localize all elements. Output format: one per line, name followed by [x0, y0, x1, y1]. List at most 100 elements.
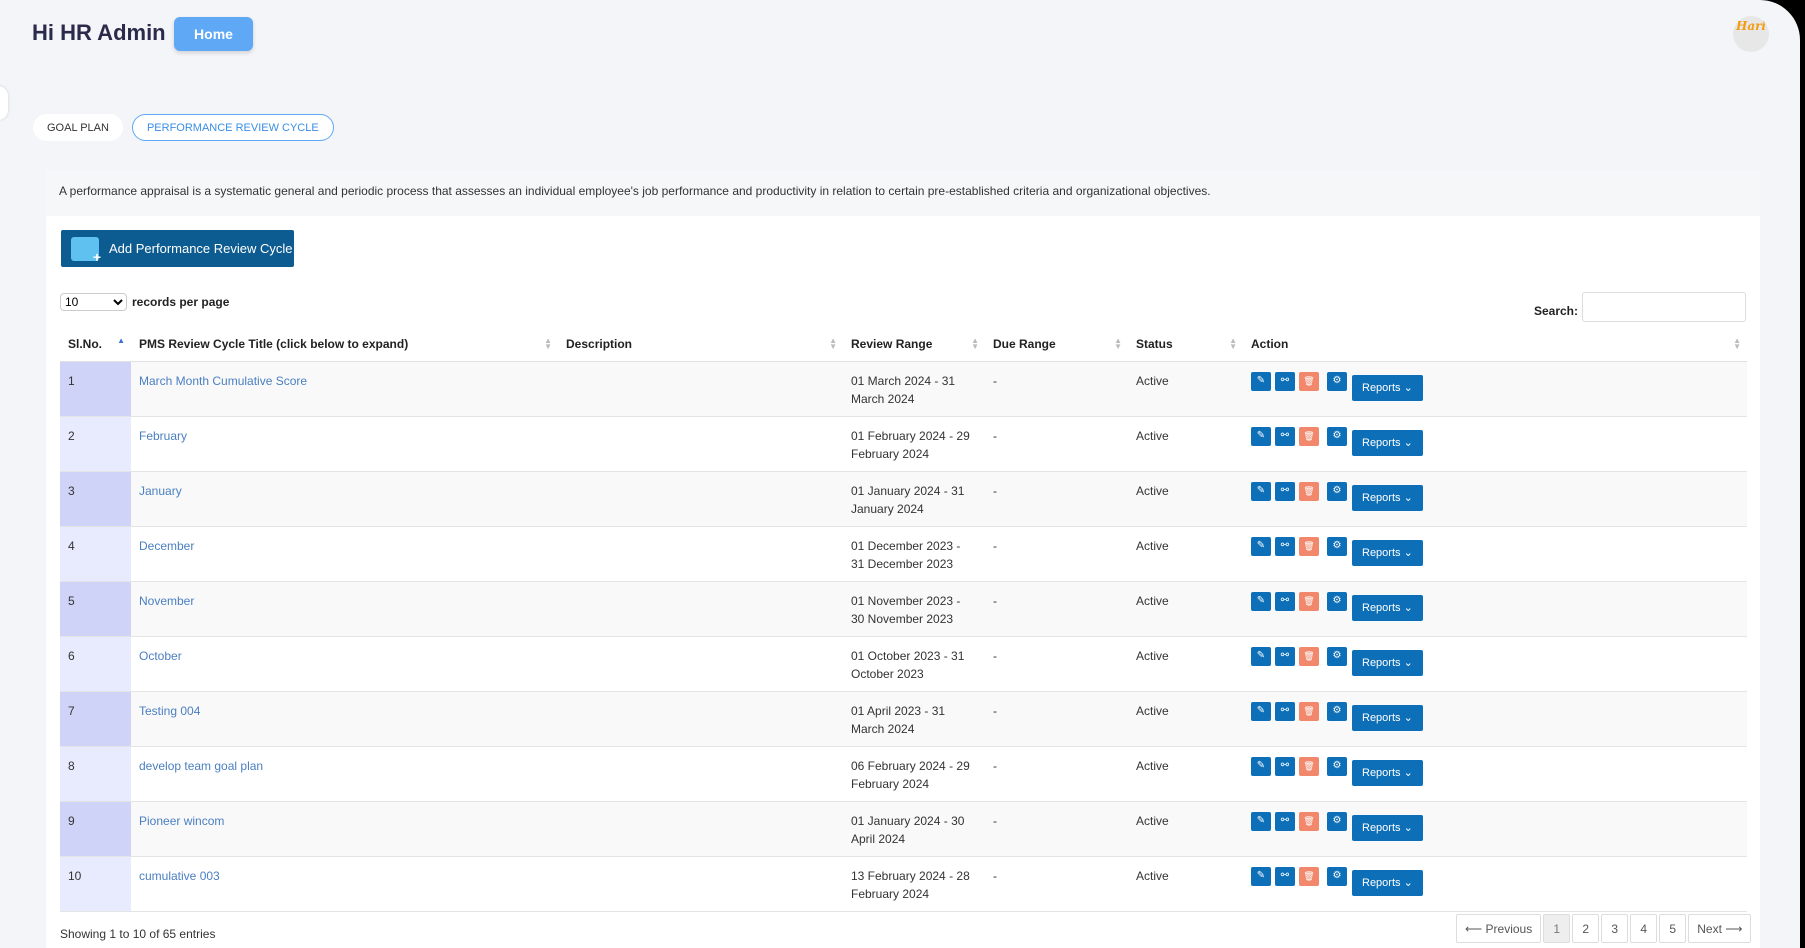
share-button[interactable]: ⚯	[1275, 371, 1295, 391]
reports-dropdown-button[interactable]: Reports ⌄	[1352, 759, 1423, 786]
delete-button[interactable]: 🗑	[1299, 866, 1319, 886]
share-button[interactable]: ⚯	[1275, 756, 1295, 776]
tab-performance-review-cycle[interactable]: PERFORMANCE REVIEW CYCLE	[131, 114, 334, 141]
trash-icon: 🗑	[1303, 486, 1315, 496]
cell-title-link[interactable]: March Month Cumulative Score	[131, 361, 558, 417]
cell-title-link[interactable]: December	[131, 526, 558, 582]
sidebar-toggle[interactable]	[0, 86, 8, 120]
share-button[interactable]: ⚯	[1275, 536, 1295, 556]
pagination-page-5[interactable]: 5	[1659, 914, 1687, 943]
edit-button[interactable]: ✎	[1251, 481, 1271, 501]
cell-description	[558, 746, 843, 802]
cell-title-link[interactable]: November	[131, 581, 558, 637]
settings-button[interactable]: ⚙	[1327, 536, 1347, 556]
settings-button[interactable]: ⚙	[1327, 591, 1347, 611]
share-button[interactable]: ⚯	[1275, 866, 1295, 886]
reports-dropdown-button[interactable]: Reports ⌄	[1352, 374, 1423, 401]
col-due-range[interactable]: Due Range ▲ ▼	[985, 327, 1128, 362]
edit-button[interactable]: ✎	[1251, 866, 1271, 886]
share-button[interactable]: ⚯	[1275, 701, 1295, 721]
settings-button[interactable]: ⚙	[1327, 701, 1347, 721]
reports-dropdown-button[interactable]: Reports ⌄	[1352, 649, 1423, 676]
pagination-page-4[interactable]: 4	[1630, 914, 1658, 943]
delete-button[interactable]: 🗑	[1299, 591, 1319, 611]
reports-dropdown-button[interactable]: Reports ⌄	[1352, 594, 1423, 621]
cell-title-link[interactable]: Pioneer wincom	[131, 801, 558, 857]
edit-button[interactable]: ✎	[1251, 536, 1271, 556]
cell-title-link[interactable]: Testing 004	[131, 691, 558, 747]
delete-button[interactable]: 🗑	[1299, 756, 1319, 776]
share-button[interactable]: ⚯	[1275, 426, 1295, 446]
col-description[interactable]: Description ▲ ▼	[558, 327, 843, 362]
table-row: 7 Testing 004 01 April 2023 - 31 March 202…	[60, 691, 1747, 747]
settings-button[interactable]: ⚙	[1327, 481, 1347, 501]
col-sl-no-label: Sl.No.	[68, 336, 103, 351]
cell-status: Active	[1128, 636, 1243, 692]
tab-goal-plan[interactable]: GOAL PLAN	[33, 114, 123, 141]
col-sl-no[interactable]: Sl.No. ▲	[60, 327, 131, 362]
avatar[interactable]: Hari	[1733, 16, 1769, 52]
share-nodes-icon: ⚯	[1280, 650, 1290, 661]
share-nodes-icon: ⚯	[1280, 815, 1290, 826]
col-title[interactable]: PMS Review Cycle Title (click below to e…	[131, 327, 558, 362]
cell-review-range: 01 November 2023 - 30 November 2023	[843, 581, 985, 637]
edit-button[interactable]: ✎	[1251, 371, 1271, 391]
share-button[interactable]: ⚯	[1275, 811, 1295, 831]
edit-button[interactable]: ✎	[1251, 646, 1271, 666]
share-nodes-icon: ⚯	[1280, 595, 1290, 606]
cell-title-link[interactable]: February	[131, 416, 558, 472]
settings-button[interactable]: ⚙	[1327, 371, 1347, 391]
reports-dropdown-button[interactable]: Reports ⌄	[1352, 704, 1423, 731]
share-nodes-icon: ⚯	[1280, 705, 1290, 716]
settings-button[interactable]: ⚙	[1327, 756, 1347, 776]
edit-button[interactable]: ✎	[1251, 701, 1271, 721]
delete-button[interactable]: 🗑	[1299, 536, 1319, 556]
col-action[interactable]: Action ▲ ▼	[1243, 327, 1747, 362]
reports-label: Reports	[1362, 492, 1401, 504]
pagination-page-2[interactable]: 2	[1572, 914, 1600, 943]
settings-button[interactable]: ⚙	[1327, 646, 1347, 666]
settings-button[interactable]: ⚙	[1327, 866, 1347, 886]
settings-button[interactable]: ⚙	[1327, 426, 1347, 446]
delete-button[interactable]: 🗑	[1299, 646, 1319, 666]
cell-title-link[interactable]: cumulative 003	[131, 856, 558, 912]
share-button[interactable]: ⚯	[1275, 591, 1295, 611]
share-button[interactable]: ⚯	[1275, 481, 1295, 501]
chevron-down-icon: ⌄	[1403, 877, 1413, 889]
cell-actions: ✎ ⚯ 🗑 ⚙ Reports ⌄	[1243, 471, 1747, 527]
delete-button[interactable]: 🗑	[1299, 481, 1319, 501]
cell-title-link[interactable]: develop team goal plan	[131, 746, 558, 802]
edit-button[interactable]: ✎	[1251, 756, 1271, 776]
pagination-next[interactable]: Next ⟶	[1688, 914, 1752, 943]
delete-button[interactable]: 🗑	[1299, 371, 1319, 391]
share-button[interactable]: ⚯	[1275, 646, 1295, 666]
table-row: 5 November 01 November 2023 - 30 November …	[60, 581, 1747, 637]
cell-due-range: -	[985, 361, 1128, 417]
reports-dropdown-button[interactable]: Reports ⌄	[1352, 539, 1423, 566]
settings-button[interactable]: ⚙	[1327, 811, 1347, 831]
delete-button[interactable]: 🗑	[1299, 811, 1319, 831]
add-performance-review-cycle-button[interactable]: Add Performance Review Cycle	[61, 230, 294, 267]
chevron-down-icon: ⌄	[1403, 767, 1413, 779]
delete-button[interactable]: 🗑	[1299, 426, 1319, 446]
delete-button[interactable]: 🗑	[1299, 701, 1319, 721]
pagination-page-3[interactable]: 3	[1601, 914, 1629, 943]
pagination-previous[interactable]: ⟵ Previous	[1456, 914, 1542, 943]
edit-button[interactable]: ✎	[1251, 591, 1271, 611]
pagination-page-1[interactable]: 1	[1543, 914, 1571, 943]
col-review-range[interactable]: Review Range ▲ ▼	[843, 327, 985, 362]
home-button[interactable]: Home	[174, 17, 253, 51]
edit-button[interactable]: ✎	[1251, 426, 1271, 446]
cell-title-link[interactable]: October	[131, 636, 558, 692]
cell-status: Active	[1128, 691, 1243, 747]
reports-dropdown-button[interactable]: Reports ⌄	[1352, 869, 1423, 896]
cell-status: Active	[1128, 526, 1243, 582]
reports-dropdown-button[interactable]: Reports ⌄	[1352, 814, 1423, 841]
edit-button[interactable]: ✎	[1251, 811, 1271, 831]
cell-title-link[interactable]: January	[131, 471, 558, 527]
per-page-select[interactable]: 10	[60, 293, 127, 311]
reports-dropdown-button[interactable]: Reports ⌄	[1352, 429, 1423, 456]
col-status[interactable]: Status ▲ ▼	[1128, 327, 1243, 362]
reports-dropdown-button[interactable]: Reports ⌄	[1352, 484, 1423, 511]
search-input[interactable]	[1582, 292, 1746, 322]
